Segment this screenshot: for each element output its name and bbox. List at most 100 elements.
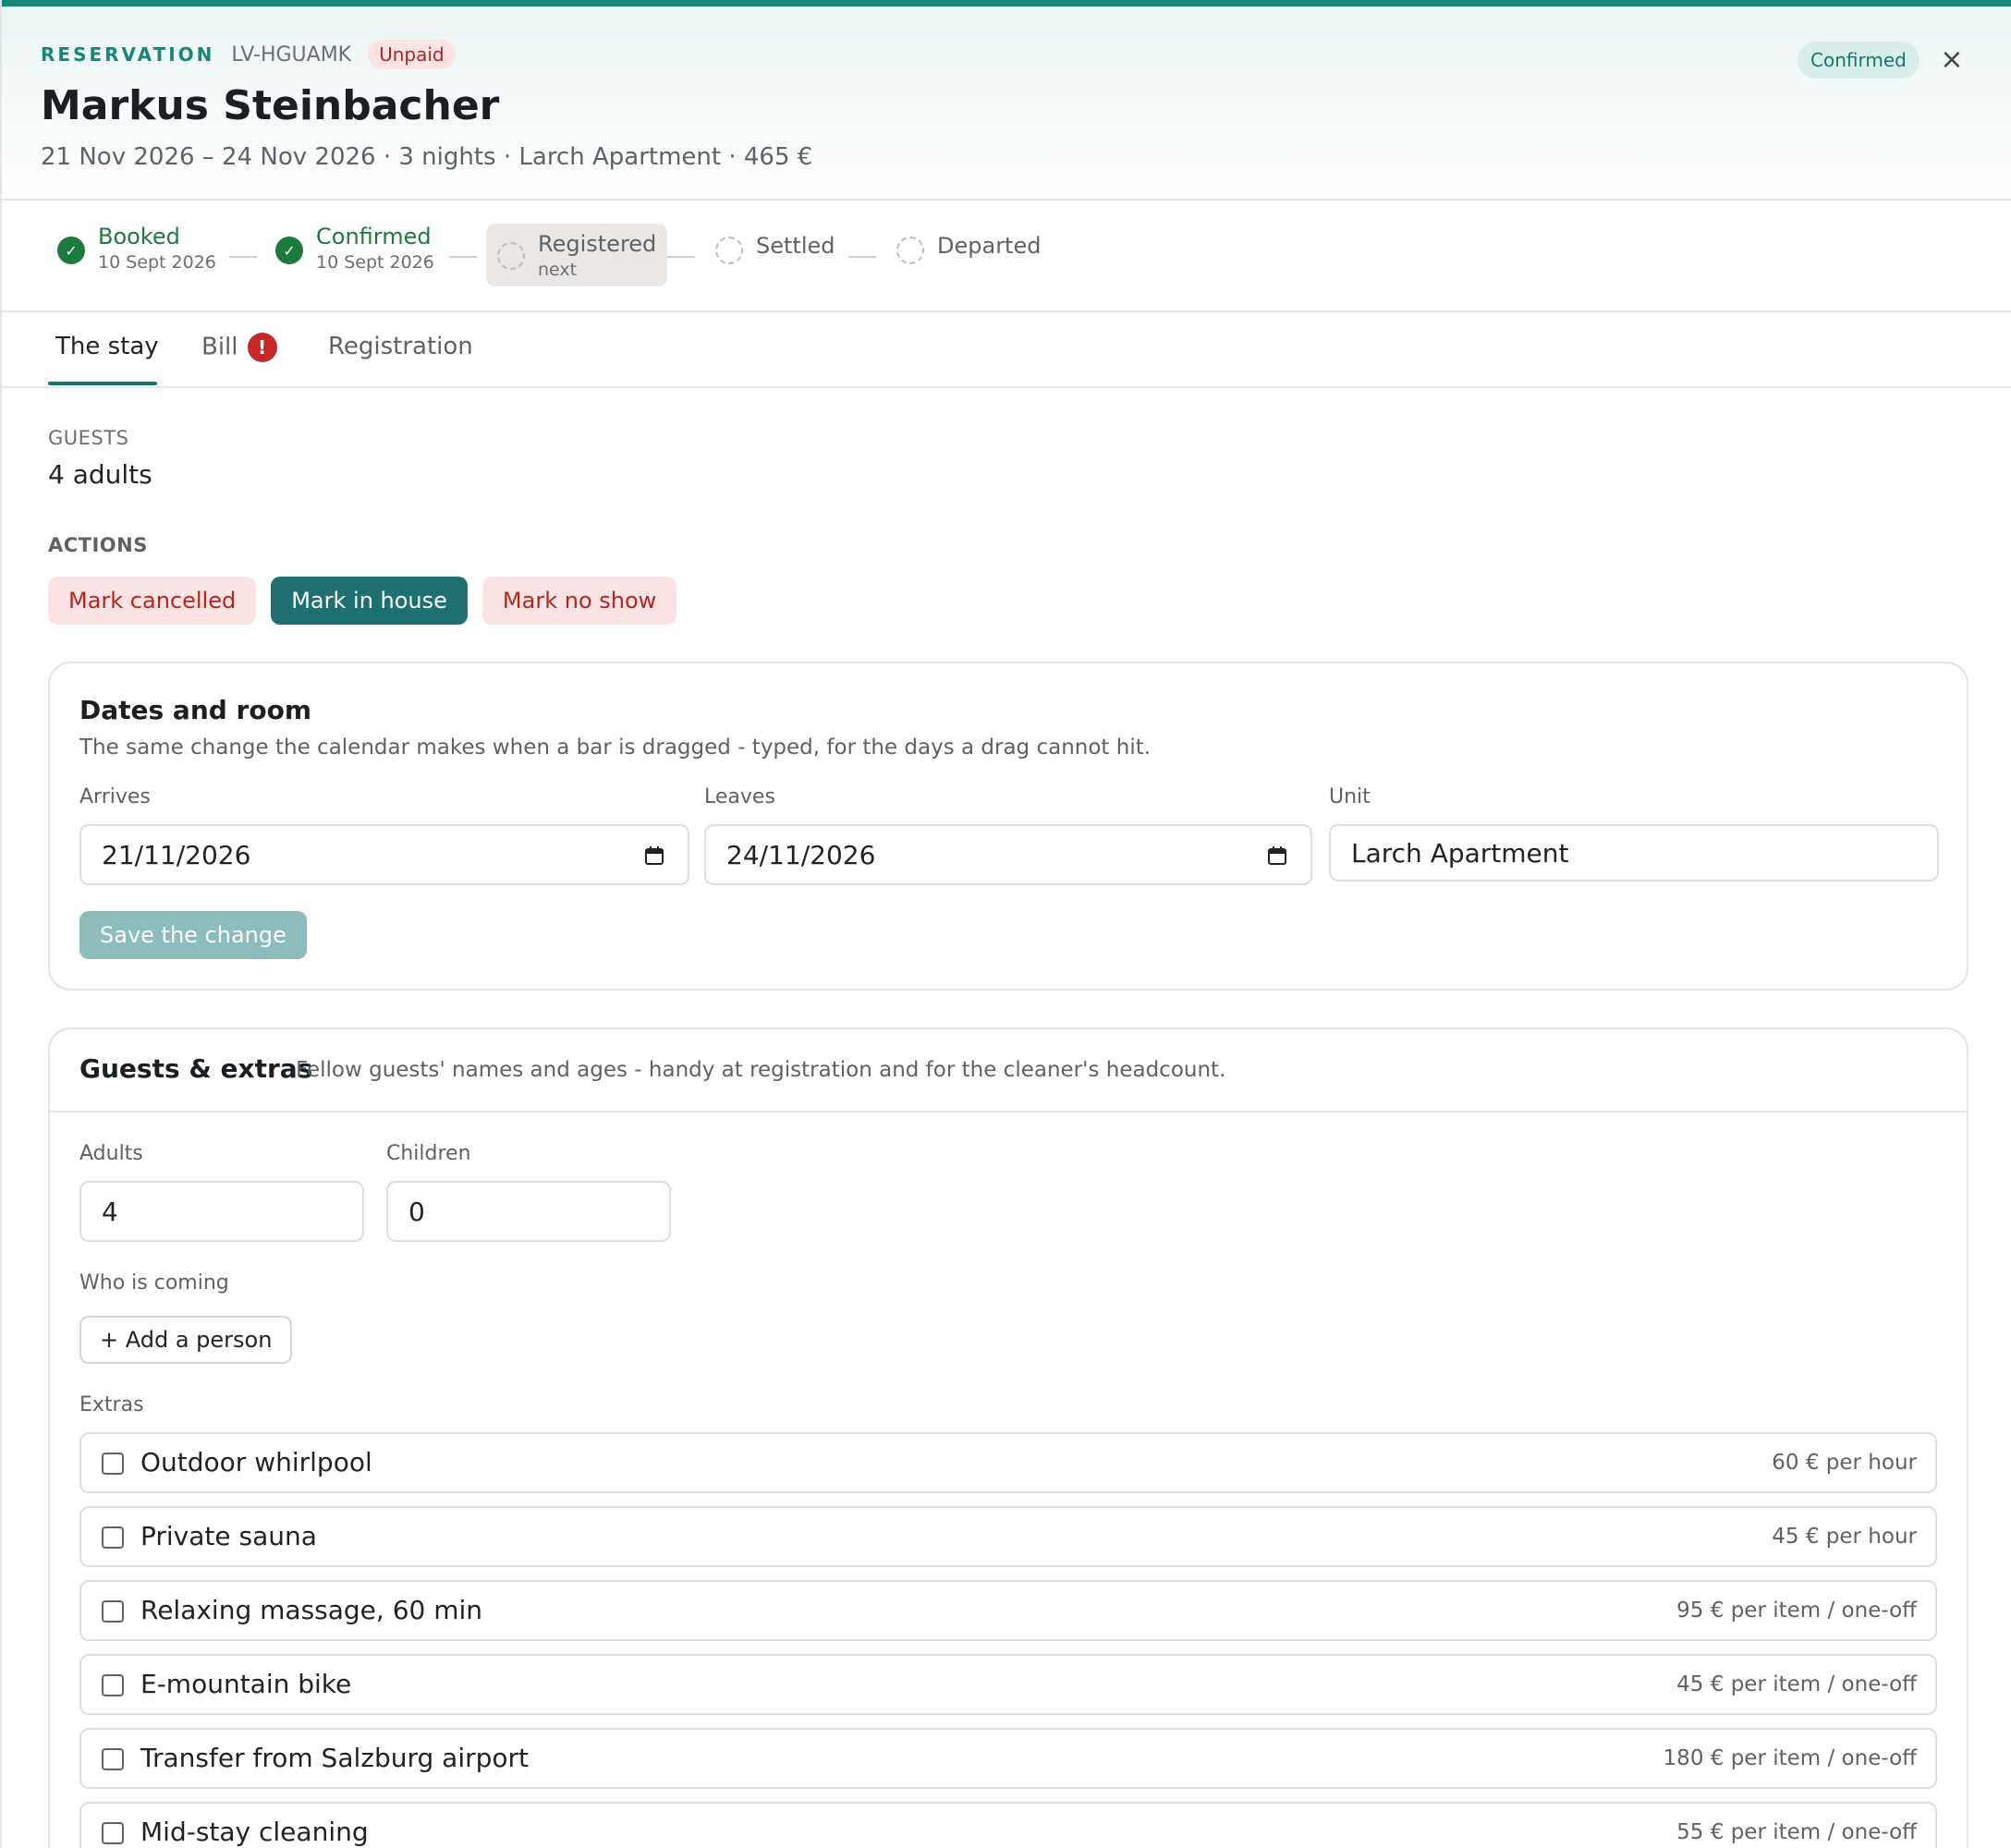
dates-room-card: Dates and room The same change the calen… — [48, 662, 1968, 991]
payment-badge: Unpaid — [368, 40, 456, 69]
who-is-coming-label: Who is coming — [79, 1271, 229, 1295]
step-label: Registered — [538, 231, 657, 257]
extra-name: E-mountain bike — [140, 1669, 352, 1699]
check-icon: ✓ — [57, 237, 85, 264]
unit-input[interactable]: Larch Apartment — [1329, 824, 1939, 881]
adults-value: 4 — [102, 1196, 118, 1227]
card-title: Guests & extras — [79, 1053, 313, 1084]
check-icon: ✓ — [275, 237, 303, 264]
step-registered: Registered next — [486, 224, 668, 286]
checkbox[interactable] — [102, 1822, 124, 1844]
step-booked: ✓ Booked 10 Sept 2026 — [57, 222, 216, 274]
extra-price: 60 € per hour — [1772, 1451, 1917, 1475]
eyebrow-label: RESERVATION — [41, 43, 215, 66]
step-next-hint: next — [538, 260, 578, 280]
step-connector — [667, 256, 695, 258]
step-label: Departed — [937, 233, 1042, 259]
tab-bar: The stay Bill! Registration — [2, 314, 2011, 388]
reservation-code: LV-HGUAMK — [231, 43, 352, 67]
mark-cancelled-button[interactable]: Mark cancelled — [48, 577, 257, 625]
extra-price: 55 € per item / one-off — [1676, 1820, 1917, 1844]
guest-name: Markus Steinbacher — [41, 82, 500, 129]
checkbox[interactable] — [102, 1600, 124, 1623]
extra-item[interactable]: Private sauna 45 € per hour — [79, 1506, 1937, 1567]
extra-name: Mid-stay cleaning — [140, 1817, 369, 1847]
save-change-button[interactable]: Save the change — [79, 911, 307, 959]
extra-name: Private sauna — [140, 1521, 317, 1551]
mark-no-show-button[interactable]: Mark no show — [481, 577, 677, 625]
children-value: 0 — [408, 1196, 425, 1227]
arrives-date-input[interactable]: 21/11/2026 — [79, 824, 689, 885]
actions-label: ACTIONS — [48, 534, 148, 556]
pending-circle-icon — [896, 237, 924, 264]
accent-bar — [2, 0, 2011, 6]
add-person-button[interactable]: + Add a person — [79, 1316, 293, 1364]
unit-value: Larch Apartment — [1351, 837, 1569, 869]
step-settled: Settled — [715, 222, 835, 264]
card-description: Fellow guests' names and ages - handy at… — [296, 1058, 1226, 1082]
checkbox[interactable] — [102, 1748, 124, 1770]
card-description: The same change the calendar makes when … — [79, 736, 1152, 760]
pending-circle-icon — [715, 237, 743, 264]
active-tab-indicator — [48, 382, 157, 385]
guests-label: GUESTS — [48, 427, 129, 449]
eyebrow-row: RESERVATION LV-HGUAMK Unpaid — [41, 40, 456, 69]
tab-the-stay[interactable]: The stay — [48, 333, 166, 360]
leaves-value: 24/11/2026 — [726, 839, 876, 870]
arrives-value: 21/11/2026 — [102, 839, 251, 870]
step-date: 10 Sept 2026 — [98, 252, 216, 273]
alert-icon: ! — [247, 333, 277, 362]
step-label: Booked — [98, 224, 180, 249]
extra-name: Outdoor whirlpool — [140, 1447, 372, 1477]
stay-summary: 21 Nov 2026 – 24 Nov 2026 · 3 nights · L… — [41, 143, 813, 171]
tab-registration[interactable]: Registration — [321, 333, 481, 360]
reservation-header: RESERVATION LV-HGUAMK Unpaid Markus Stei… — [2, 6, 2011, 201]
pending-circle-icon — [497, 242, 525, 270]
step-confirmed: ✓ Confirmed 10 Sept 2026 — [275, 222, 434, 274]
extra-item[interactable]: E-mountain bike 45 € per item / one-off — [79, 1654, 1937, 1715]
reservation-panel: RESERVATION LV-HGUAMK Unpaid Markus Stei… — [0, 0, 2011, 1848]
checkbox[interactable] — [102, 1453, 124, 1475]
extra-name: Transfer from Salzburg airport — [140, 1743, 530, 1773]
unit-label: Unit — [1329, 785, 1371, 808]
tab-label: Bill — [201, 333, 238, 361]
step-date: 10 Sept 2026 — [316, 252, 434, 273]
step-label: Settled — [756, 233, 835, 259]
extra-item[interactable]: Transfer from Salzburg airport 180 € per… — [79, 1728, 1937, 1789]
guests-value: 4 adults — [48, 459, 152, 490]
extra-item[interactable]: Relaxing massage, 60 min 95 € per item /… — [79, 1580, 1937, 1641]
leaves-label: Leaves — [704, 785, 775, 808]
progress-stepper: ✓ Booked 10 Sept 2026 ✓ Confirmed 10 Sep… — [2, 201, 2011, 312]
children-label: Children — [386, 1142, 471, 1165]
close-icon[interactable]: × — [1935, 43, 1968, 77]
step-connector — [848, 256, 876, 258]
calendar-icon[interactable] — [1266, 845, 1288, 867]
step-departed: Departed — [896, 222, 1041, 264]
leaves-date-input[interactable]: 24/11/2026 — [704, 824, 1312, 885]
extra-price: 180 € per item / one-off — [1663, 1746, 1917, 1770]
step-connector — [449, 256, 477, 258]
actions-row: Mark cancelled Mark in house Mark no sho… — [48, 577, 677, 625]
card-title: Dates and room — [79, 695, 312, 725]
extra-price: 45 € per item / one-off — [1676, 1672, 1917, 1696]
status-badge: Confirmed — [1798, 42, 1920, 79]
calendar-icon[interactable] — [643, 845, 665, 867]
mark-in-house-button[interactable]: Mark in house — [271, 577, 468, 625]
extras-label: Extras — [79, 1393, 144, 1416]
checkbox[interactable] — [102, 1674, 124, 1696]
adults-label: Adults — [79, 1142, 143, 1165]
step-connector — [229, 256, 257, 258]
adults-input[interactable]: 4 — [79, 1181, 364, 1242]
arrives-label: Arrives — [79, 785, 151, 808]
extra-price: 95 € per item / one-off — [1676, 1599, 1917, 1623]
card-header: Guests & extras Fellow guests' names and… — [50, 1029, 1967, 1112]
step-label: Confirmed — [316, 224, 432, 249]
tab-bill[interactable]: Bill! — [194, 333, 285, 362]
children-input[interactable]: 0 — [386, 1181, 671, 1242]
guests-extras-card: Guests & extras Fellow guests' names and… — [48, 1027, 1968, 1848]
extra-price: 45 € per hour — [1772, 1525, 1917, 1549]
extra-item[interactable]: Outdoor whirlpool 60 € per hour — [79, 1432, 1937, 1493]
checkbox[interactable] — [102, 1526, 124, 1549]
extra-item[interactable]: Mid-stay cleaning 55 € per item / one-of… — [79, 1802, 1937, 1848]
extra-name: Relaxing massage, 60 min — [140, 1595, 483, 1625]
